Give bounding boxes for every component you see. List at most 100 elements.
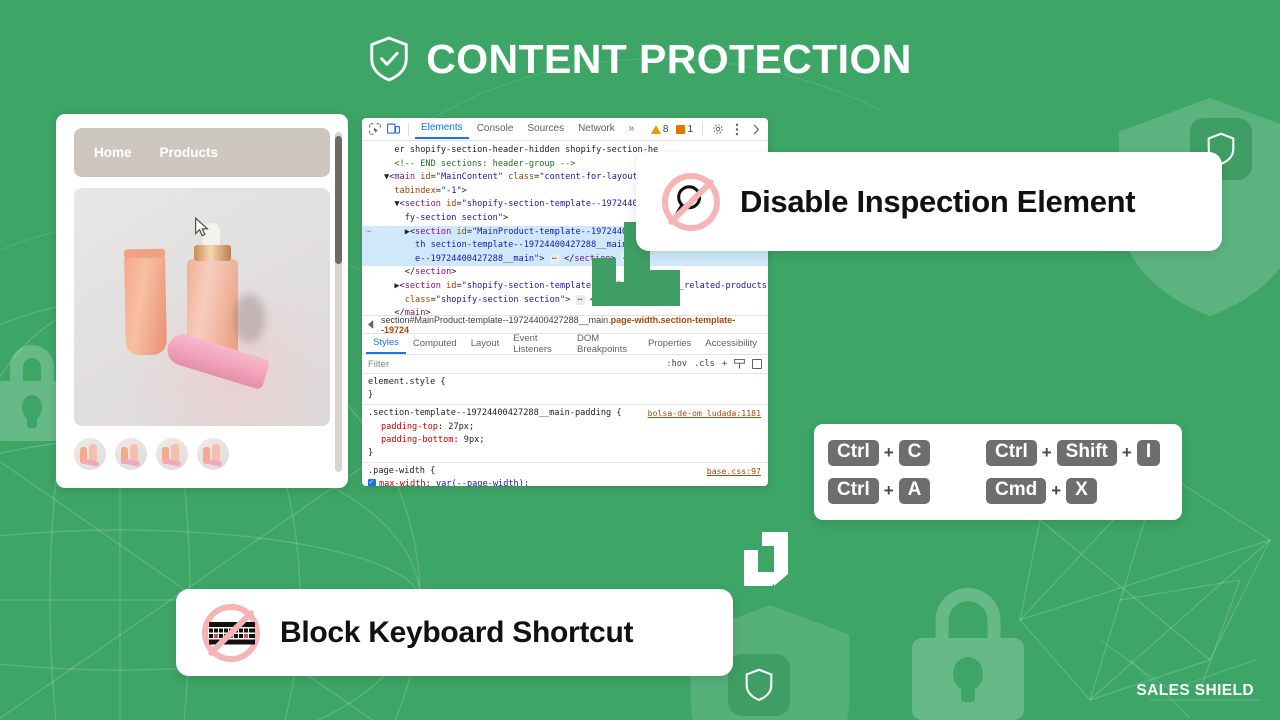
plus-separator: + <box>883 443 894 462</box>
thumbnail-4[interactable] <box>197 438 229 470</box>
shield-badge-bottom-center <box>728 654 790 716</box>
error-square-icon <box>676 124 686 134</box>
style-rule-selector: .page-width { <box>368 466 436 477</box>
plus-separator: + <box>883 481 894 500</box>
style-rule-source[interactable]: bolsa-de-om_ludada:1181 <box>648 407 761 420</box>
style-rule[interactable]: base.css:97 .page-width { max-width: var… <box>362 463 768 486</box>
hov-toggle[interactable]: :hov <box>666 359 687 369</box>
brand-name: SALES SHIELD <box>1136 682 1254 699</box>
no-keyboard-icon <box>202 603 260 662</box>
no-magnifier-icon <box>662 172 720 231</box>
dom-line-selected[interactable]: e--19724400427288__main"> ⋯ </section> ⋯ <box>362 252 768 267</box>
key-cap: C <box>898 440 931 466</box>
style-declaration[interactable]: padding-bottom: 9px; <box>368 434 762 447</box>
lock-watermark-right <box>912 588 1024 720</box>
styles-rules-list[interactable]: element.style { } bolsa-de-om_ludada:118… <box>362 374 768 486</box>
nav-item-products[interactable]: Products <box>160 145 219 160</box>
bottle-collar <box>193 245 231 262</box>
tab-sources[interactable]: Sources <box>521 120 570 138</box>
white-corner-arrow <box>744 532 788 586</box>
toolbar-divider-2 <box>702 122 703 136</box>
declaration-checkbox[interactable] <box>368 476 376 486</box>
plus-separator: + <box>1051 481 1062 500</box>
dom-line[interactable]: </section> <box>362 266 768 280</box>
bottle-shadow <box>233 294 266 343</box>
store-preview-card: Home Products <box>56 114 348 488</box>
tab-overflow[interactable]: » <box>623 120 641 138</box>
product-tube-orange <box>124 254 168 355</box>
warning-badge[interactable]: 8 <box>648 124 672 135</box>
shortcut-ctrl-c: Ctrl + C <box>828 440 986 466</box>
cls-toggle[interactable]: .cls <box>694 359 715 369</box>
tab-console[interactable]: Console <box>471 120 520 138</box>
shield-icon <box>745 668 773 702</box>
tab-event-listeners[interactable]: Event Listeners <box>506 330 570 359</box>
error-count: 1 <box>687 123 693 135</box>
store-scrollbar[interactable] <box>335 132 342 472</box>
thumbnail-2[interactable] <box>115 438 147 470</box>
device-toolbar-icon[interactable] <box>385 121 402 137</box>
style-rule[interactable]: element.style { } <box>362 374 768 406</box>
key-cap: I <box>1136 440 1161 466</box>
dom-gutter-dots: ⋯ <box>366 226 372 237</box>
toggle-sidebar-icon[interactable] <box>752 359 762 369</box>
shortcut-ctrl-a: Ctrl + A <box>828 478 986 504</box>
page-header: CONTENT PROTECTION <box>0 36 1280 87</box>
toolbar-divider <box>408 122 409 136</box>
shortcut-row: Ctrl + C Ctrl + Shift + I <box>828 434 1168 472</box>
computed-styles-icon[interactable] <box>734 359 745 369</box>
declaration-value: 9px; <box>463 434 485 445</box>
kebab-menu-icon[interactable] <box>728 121 745 137</box>
tab-elements[interactable]: Elements <box>415 119 469 139</box>
thumbnail-1[interactable] <box>74 438 106 470</box>
chevron-right-icon[interactable] <box>747 121 764 137</box>
tab-layout[interactable]: Layout <box>464 335 507 353</box>
dom-line[interactable]: </main> <box>362 307 768 315</box>
dom-line[interactable]: class="shopify-section section"> ⋯ </sec… <box>362 294 768 308</box>
tab-computed[interactable]: Computed <box>406 335 464 353</box>
declaration-value: 27px; <box>448 421 475 432</box>
key-cap: Ctrl <box>828 478 879 504</box>
devtools-toolbar: Elements Console Sources Network » 8 1 <box>362 118 768 141</box>
shield-check-icon <box>370 36 408 82</box>
callout-block-keyboard: Block Keyboard Shortcut <box>176 589 733 676</box>
tab-properties[interactable]: Properties <box>641 335 698 353</box>
dom-line[interactable]: ▶<section id="shopify-section-template--… <box>362 280 768 294</box>
inspect-element-icon[interactable] <box>366 121 383 137</box>
new-style-rule-icon[interactable]: + <box>722 359 727 369</box>
plus-separator: + <box>1121 443 1132 462</box>
tab-network[interactable]: Network <box>572 120 621 138</box>
callout-label: Disable Inspection Element <box>740 183 1136 219</box>
warning-triangle-icon <box>650 124 661 134</box>
callout-disable-inspection: Disable Inspection Element <box>636 152 1222 251</box>
declaration-property: padding-top <box>381 421 438 432</box>
product-thumbnail-list[interactable] <box>74 438 330 470</box>
key-cap: Cmd <box>986 478 1047 504</box>
thumbnail-3[interactable] <box>156 438 188 470</box>
key-cap: Ctrl <box>828 440 879 466</box>
callout-label: Block Keyboard Shortcut <box>280 615 634 649</box>
declaration-property: max-width <box>379 479 426 486</box>
key-cap: A <box>898 478 931 504</box>
mouse-cursor-icon <box>195 216 210 236</box>
key-cap: X <box>1066 478 1097 504</box>
style-declaration[interactable]: padding-top: 27px; <box>368 421 762 434</box>
styles-filter-input[interactable]: Filter <box>368 359 389 370</box>
style-rule-source[interactable]: base.css:97 <box>707 465 761 478</box>
error-badge[interactable]: 1 <box>673 124 696 135</box>
declaration-value: var(--page-width); <box>435 479 530 486</box>
styles-tab-bar: Styles Computed Layout Event Listeners D… <box>362 333 768 355</box>
chevron-left-icon[interactable] <box>368 320 375 329</box>
shortcuts-card: Ctrl + C Ctrl + Shift + I Ctrl + A Cmd +… <box>814 424 1182 520</box>
scrollbar-thumb[interactable] <box>335 136 342 264</box>
tab-dom-breakpoints[interactable]: DOM Breakpoints <box>570 330 641 359</box>
gear-icon[interactable] <box>709 121 726 137</box>
nav-item-home[interactable]: Home <box>94 145 132 160</box>
declaration-property: padding-bottom <box>381 434 454 445</box>
style-rule[interactable]: bolsa-de-om_ludada:1181 .section-templat… <box>362 405 768 464</box>
style-declaration[interactable]: max-width: var(--page-width); <box>368 476 762 486</box>
shortcut-ctrl-shift-i: Ctrl + Shift + I <box>986 440 1161 466</box>
tab-styles[interactable]: Styles <box>366 334 406 354</box>
product-hero-image <box>74 188 330 426</box>
tab-accessibility[interactable]: Accessibility <box>698 335 764 353</box>
